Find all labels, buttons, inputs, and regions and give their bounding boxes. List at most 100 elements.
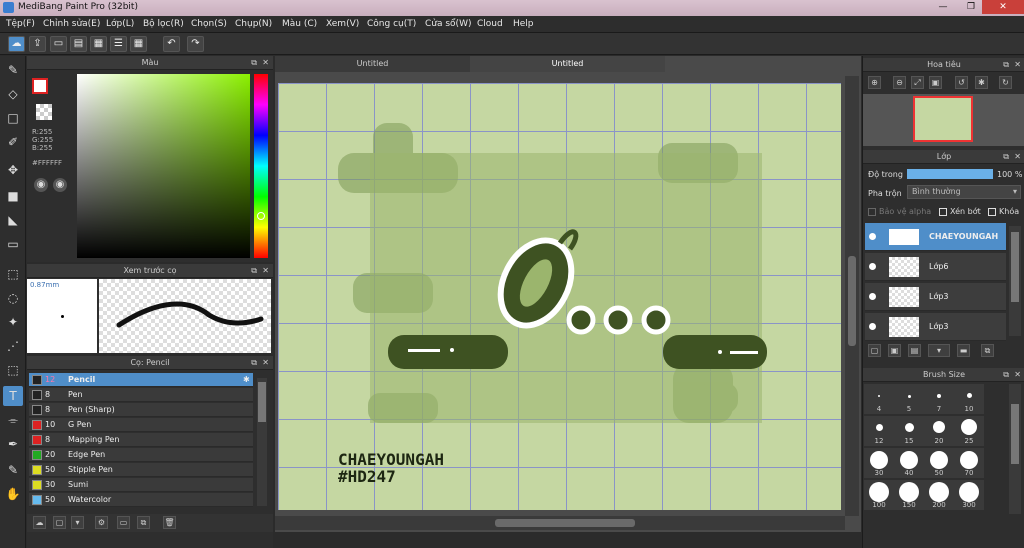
brush-item-pencil[interactable]: 12 Pencil ✱ bbox=[29, 373, 253, 387]
cloud-icon[interactable]: ☁ bbox=[8, 36, 25, 52]
menu-window[interactable]: Cửa sổ(W) bbox=[425, 19, 471, 29]
gradient-tool-icon[interactable]: ▭ bbox=[3, 234, 23, 254]
panel-close-icon[interactable]: ✕ bbox=[262, 264, 269, 278]
brush-size-200[interactable]: 200 bbox=[924, 480, 954, 510]
menu-edit[interactable]: Chỉnh sửa(E) bbox=[43, 19, 100, 29]
list-icon[interactable]: ☰ bbox=[110, 36, 127, 52]
clip-checkbox[interactable] bbox=[939, 208, 947, 216]
brush-item-edge-pen[interactable]: 20 Edge Pen bbox=[29, 448, 253, 462]
grid-icon[interactable]: ▦ bbox=[130, 36, 147, 52]
brush-size-10[interactable]: 10 bbox=[954, 384, 984, 414]
opacity-slider[interactable] bbox=[907, 169, 993, 179]
fill-rect-tool-icon[interactable]: ■ bbox=[3, 186, 23, 206]
scroll-thumb[interactable] bbox=[848, 256, 856, 346]
rotate-right-icon[interactable]: ↻ bbox=[999, 76, 1012, 89]
brush-size-5[interactable]: 5 bbox=[894, 384, 924, 414]
navigator-preview[interactable] bbox=[863, 94, 1024, 146]
hand-tool-icon[interactable]: ✋ bbox=[3, 484, 23, 504]
layer-row-lop6[interactable]: Lớp6 bbox=[865, 253, 1006, 281]
menu-capture[interactable]: Chụp(N) bbox=[235, 19, 272, 29]
menu-color[interactable]: Màu (C) bbox=[282, 19, 317, 29]
actual-size-icon[interactable]: ▣ bbox=[929, 76, 942, 89]
brush-size-12[interactable]: 12 bbox=[864, 416, 894, 446]
comment-icon[interactable]: ▭ bbox=[50, 36, 67, 52]
layer-folder-icon[interactable]: ▬ bbox=[957, 344, 970, 357]
folder-icon[interactable]: ▭ bbox=[117, 516, 130, 529]
eye-icon[interactable] bbox=[869, 233, 876, 240]
duplicate-layer-icon[interactable]: ⧉ bbox=[981, 344, 994, 357]
chat-icon[interactable]: ▤ bbox=[70, 36, 87, 52]
popout-icon[interactable]: ⧉ bbox=[251, 264, 257, 278]
panel-close-icon[interactable]: ✕ bbox=[262, 356, 269, 370]
tab-untitled-1[interactable]: Untitled bbox=[275, 56, 470, 72]
brush-item-sumi[interactable]: 30 Sumi bbox=[29, 478, 253, 492]
select-tool-icon[interactable]: ⬚ bbox=[3, 264, 23, 284]
secondary-color-swatch[interactable] bbox=[36, 104, 52, 120]
delete-brush-icon[interactable]: 🗑 bbox=[163, 516, 176, 529]
bucket-tool-icon[interactable]: ◣ bbox=[3, 210, 23, 230]
new-halftone-layer-icon[interactable]: ▤ bbox=[908, 344, 921, 357]
panel-close-icon[interactable]: ✕ bbox=[1014, 150, 1021, 164]
popout-icon[interactable]: ⧉ bbox=[1003, 368, 1009, 382]
brush-list-scrollbar[interactable] bbox=[257, 378, 267, 506]
brush-size-15[interactable]: 15 bbox=[894, 416, 924, 446]
pen-tool-icon[interactable]: ✐ bbox=[3, 132, 23, 152]
panel-close-icon[interactable]: ✕ bbox=[1014, 58, 1021, 72]
scroll-thumb[interactable] bbox=[495, 519, 635, 527]
redo-icon[interactable]: ↷ bbox=[187, 36, 204, 52]
lock-checkbox[interactable] bbox=[988, 208, 996, 216]
new-layer-icon[interactable]: ▢ bbox=[868, 344, 881, 357]
eyedropper-tool-icon[interactable]: ✒ bbox=[3, 434, 23, 454]
minimize-button[interactable]: — bbox=[930, 0, 956, 14]
panel-close-icon[interactable]: ✕ bbox=[1014, 368, 1021, 382]
layer-options-icon[interactable]: ▾ bbox=[928, 344, 950, 357]
eye-icon[interactable] bbox=[869, 323, 876, 330]
brush-size-scrollbar[interactable] bbox=[1009, 384, 1021, 514]
select-eraser-tool-icon[interactable]: ⬚ bbox=[3, 360, 23, 380]
zoom-in-icon[interactable]: ⊕ bbox=[868, 76, 881, 89]
brush-size-150[interactable]: 150 bbox=[894, 480, 924, 510]
brush-item-stipple-pen[interactable]: 50 Stipple Pen bbox=[29, 463, 253, 477]
brush-size-100[interactable]: 100 bbox=[864, 480, 894, 510]
brush-size-20[interactable]: 20 bbox=[924, 416, 954, 446]
brush-options-icon[interactable]: ▾ bbox=[71, 516, 84, 529]
layer-row-lop3-a[interactable]: Lớp3 bbox=[865, 283, 1006, 311]
maximize-button[interactable]: ❐ bbox=[958, 0, 984, 14]
brush-size-70[interactable]: 70 bbox=[954, 448, 984, 478]
vertical-scrollbar[interactable] bbox=[845, 76, 859, 516]
layer-row-chaeyoungah[interactable]: CHAEYOUNGAH bbox=[865, 223, 1006, 251]
brush-size-4[interactable]: 4 bbox=[864, 384, 894, 414]
dropper2-tool-icon[interactable]: ✎ bbox=[3, 460, 23, 480]
palette-add-icon[interactable]: ◉ bbox=[53, 178, 67, 192]
brush-size-300[interactable]: 300 bbox=[954, 480, 984, 510]
menu-view[interactable]: Xem(V) bbox=[326, 19, 359, 29]
close-button[interactable]: ✕ bbox=[982, 0, 1024, 14]
brush-settings-icon[interactable]: ⚙ bbox=[95, 516, 108, 529]
brush-size-50[interactable]: 50 bbox=[924, 448, 954, 478]
menu-filter[interactable]: Bộ lọc(R) bbox=[143, 19, 184, 29]
rotate-left-icon[interactable]: ↺ bbox=[955, 76, 968, 89]
layer-row-lop3-b[interactable]: Lớp3 bbox=[865, 313, 1006, 341]
menu-tools[interactable]: Công cụ(T) bbox=[367, 19, 416, 29]
magic-wand-tool-icon[interactable]: ✦ bbox=[3, 312, 23, 332]
zoom-out-icon[interactable]: ⊖ bbox=[893, 76, 906, 89]
primary-color-swatch[interactable] bbox=[32, 78, 48, 94]
scroll-thumb[interactable] bbox=[1011, 232, 1019, 302]
brush-cloud-icon[interactable]: ☁ bbox=[33, 516, 46, 529]
brush-size-40[interactable]: 40 bbox=[894, 448, 924, 478]
lasso-tool-icon[interactable]: ◌ bbox=[3, 288, 23, 308]
text-tool-icon[interactable]: T bbox=[3, 386, 23, 406]
move-tool-icon[interactable]: ✥ bbox=[3, 160, 23, 180]
fit-icon[interactable]: ⤢ bbox=[911, 76, 924, 89]
color-saturation-field[interactable] bbox=[77, 74, 250, 258]
brush-size-30[interactable]: 30 bbox=[864, 448, 894, 478]
brush-item-g-pen[interactable]: 10 G Pen bbox=[29, 418, 253, 432]
tab-untitled-2[interactable]: Untitled bbox=[470, 56, 665, 72]
gear-icon[interactable]: ✱ bbox=[243, 373, 250, 387]
reset-rotate-icon[interactable]: ✱ bbox=[975, 76, 988, 89]
popout-icon[interactable]: ⧉ bbox=[251, 356, 257, 370]
duplicate-icon[interactable]: ⧉ bbox=[137, 516, 150, 529]
document-icon[interactable]: ▦ bbox=[90, 36, 107, 52]
share-icon[interactable]: ⇪ bbox=[29, 36, 46, 52]
menu-help[interactable]: Help bbox=[513, 19, 534, 29]
